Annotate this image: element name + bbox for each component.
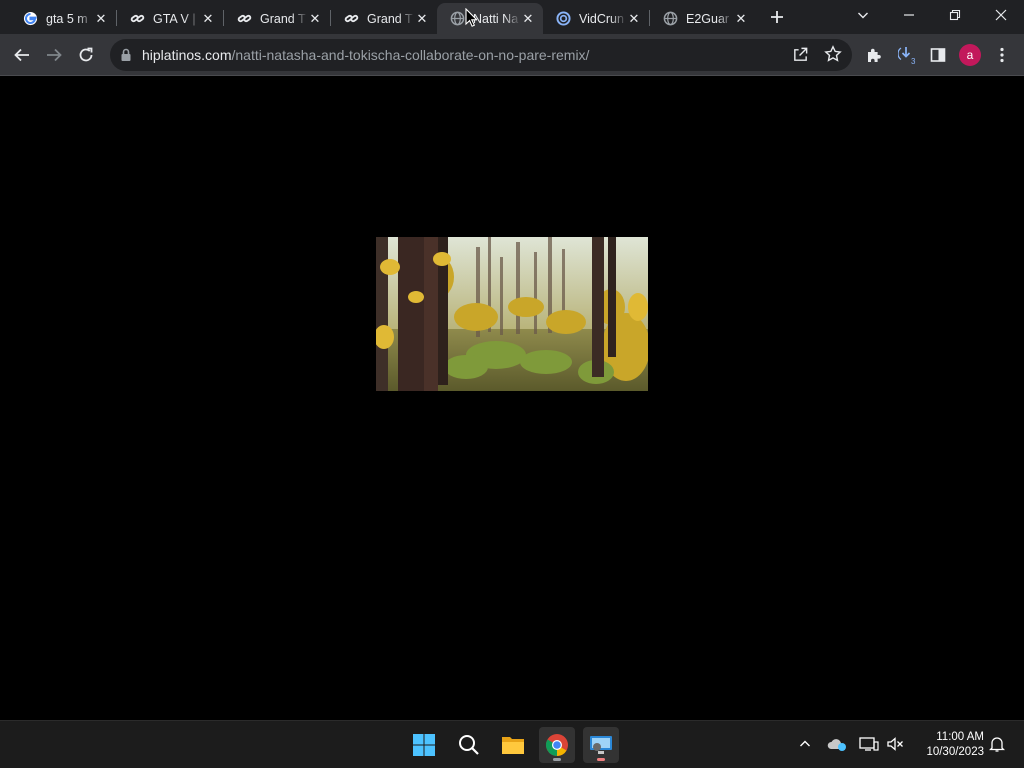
chevron-down-icon: [858, 12, 868, 19]
remote-desktop-button[interactable]: [583, 727, 619, 763]
show-hidden-icons-button[interactable]: [794, 733, 816, 755]
tab-title: VidCrun: [579, 11, 624, 26]
tab-title: GTA V |: [153, 11, 196, 26]
active-app-indicator: [553, 758, 561, 761]
volume-tray-button[interactable]: [884, 733, 906, 755]
new-tab-button[interactable]: [766, 6, 788, 28]
tab-gta5[interactable]: gta 5 m ✕: [10, 3, 116, 34]
tab-title: gta 5 m: [46, 11, 88, 26]
start-icon: [413, 734, 435, 756]
url-text[interactable]: hiplatinos.com/natti-natasha-and-tokisch…: [142, 47, 589, 63]
clock-time: 11:00 AM: [936, 731, 984, 743]
network-tray-button[interactable]: [858, 733, 880, 755]
close-icon[interactable]: ✕: [627, 11, 641, 27]
reload-button[interactable]: [74, 43, 98, 67]
side-panel-button[interactable]: [926, 43, 950, 67]
close-icon[interactable]: ✕: [308, 11, 322, 27]
plus-icon: [771, 11, 783, 23]
download-count: 3: [911, 57, 916, 65]
globe-icon: [662, 11, 678, 27]
chevron-up-icon: [800, 740, 810, 747]
download-icon: 3: [898, 47, 916, 65]
file-explorer-button[interactable]: [495, 727, 531, 763]
tab-title: E2Guar: [686, 11, 730, 26]
url-host: hiplatinos.com: [142, 47, 232, 63]
bell-icon: [989, 737, 1005, 752]
menu-button[interactable]: [990, 43, 1014, 67]
tab-title: Grand T: [367, 11, 413, 26]
tab-e2guardian[interactable]: E2Guar ✕: [650, 3, 756, 34]
more-vert-icon: [1000, 47, 1004, 63]
share-icon[interactable]: [792, 46, 809, 68]
tab-title: Natti Na: [473, 11, 519, 26]
google-icon: [22, 11, 38, 27]
active-app-indicator: [597, 758, 605, 761]
vidcrunch-icon: [555, 11, 571, 27]
close-window-button[interactable]: [988, 4, 1014, 26]
tab-strip: gta 5 m ✕ GTA V | ✕ Grand T ✕ Grand T ✕ …: [0, 0, 1024, 34]
volume-muted-icon: [887, 737, 903, 751]
restore-icon: [949, 9, 961, 21]
close-icon: [995, 9, 1007, 21]
notifications-button[interactable]: [986, 733, 1008, 755]
chrome-taskbar-button[interactable]: [539, 727, 575, 763]
reload-icon: [79, 47, 93, 62]
tab-vidcrunch[interactable]: VidCrun ✕: [543, 3, 649, 34]
lock-icon[interactable]: [120, 48, 132, 67]
cloud-icon: [827, 739, 846, 751]
taskbar-search-button[interactable]: [451, 727, 487, 763]
side-panel-icon: [930, 48, 946, 62]
tab-natti-active[interactable]: Natti Na ✕: [437, 3, 543, 34]
puzzle-icon: [868, 48, 881, 62]
extensions-button[interactable]: [862, 43, 886, 67]
link-icon: [236, 11, 252, 27]
mouse-cursor-icon: [465, 8, 477, 27]
address-bar[interactable]: hiplatinos.com/natti-natasha-and-tokisch…: [110, 39, 852, 71]
network-icon: [859, 737, 879, 751]
close-icon[interactable]: ✕: [415, 11, 429, 27]
globe-icon: [449, 11, 465, 27]
close-icon[interactable]: ✕: [734, 11, 748, 27]
close-icon[interactable]: ✕: [521, 11, 535, 27]
bookmark-star-icon[interactable]: [824, 45, 842, 68]
restore-button[interactable]: [942, 4, 968, 26]
link-icon: [129, 11, 145, 27]
forest-video-frame: [376, 237, 648, 391]
close-icon[interactable]: ✕: [201, 11, 215, 27]
file-explorer-icon: [502, 737, 524, 754]
page-viewport: [0, 77, 1024, 720]
back-button[interactable]: [10, 43, 34, 67]
search-icon: [459, 735, 479, 755]
tab-gtav[interactable]: GTA V | ✕: [117, 3, 223, 34]
clock-date: 10/30/2023: [926, 746, 984, 758]
remote-desktop-icon: [590, 736, 612, 754]
close-icon[interactable]: ✕: [94, 11, 108, 27]
chrome-icon: [546, 734, 568, 756]
windows-taskbar: 11:00 AM 10/30/2023: [0, 720, 1024, 768]
tab-grand-1[interactable]: Grand T ✕: [224, 3, 330, 34]
onedrive-tray-button[interactable]: [826, 733, 848, 755]
download-button[interactable]: 3: [896, 43, 920, 67]
minimize-button[interactable]: [896, 4, 922, 26]
system-clock[interactable]: 11:00 AM 10/30/2023: [912, 730, 984, 760]
video-player[interactable]: [376, 237, 648, 391]
start-button[interactable]: [406, 727, 442, 763]
browser-toolbar: hiplatinos.com/natti-natasha-and-tokisch…: [0, 34, 1024, 76]
url-path: /natti-natasha-and-tokischa-collaborate-…: [231, 47, 590, 63]
link-icon: [343, 11, 359, 27]
tab-title: Grand T: [260, 11, 306, 26]
arrow-right-icon: [47, 48, 62, 62]
minimize-icon: [904, 14, 914, 16]
arrow-left-icon: [14, 48, 29, 62]
forward-button[interactable]: [42, 43, 66, 67]
tab-grand-2[interactable]: Grand T ✕: [331, 3, 437, 34]
tab-search-button[interactable]: [850, 4, 876, 26]
profile-avatar[interactable]: a: [959, 44, 981, 66]
